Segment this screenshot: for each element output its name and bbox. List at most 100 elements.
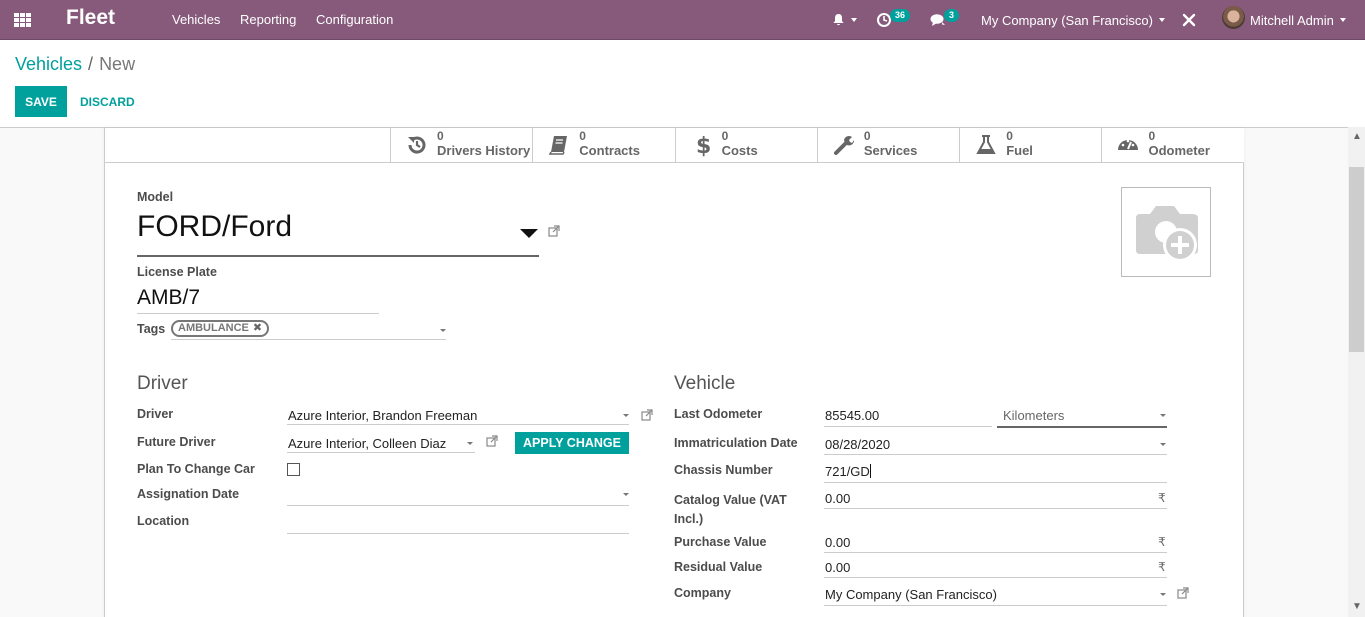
company-switcher[interactable]: My Company (San Francisco) [981,0,1165,40]
breadcrumb: Vehicles / New [15,54,135,75]
scrollbar-thumb[interactable] [1349,167,1364,352]
activities-button[interactable] [876,0,892,40]
tag-ambulance: AMBULANCE ✖ [171,320,270,337]
odometer-count: 0 [1148,129,1156,143]
scroll-down-arrow-icon[interactable]: ▼ [1352,601,1362,612]
model-input[interactable]: FORD/Ford [137,210,292,244]
menu-reporting[interactable]: Reporting [240,12,296,27]
tachometer-icon [1118,139,1139,150]
immatriculation-date-caret-icon[interactable] [1160,443,1166,446]
services-button[interactable]: 0 Services [816,128,960,162]
immatriculation-date-input[interactable]: 08/28/2020 [825,437,890,452]
last-odometer-input[interactable]: 85545.00 [825,408,879,423]
scroll-up-arrow-icon[interactable]: ▲ [1352,131,1362,142]
location-label: Location [137,514,190,528]
chevron-down-icon [851,18,857,22]
breadcrumb-vehicles[interactable]: Vehicles [15,54,82,74]
tags-label: Tags [137,322,166,336]
fuel-count: 0 [1006,129,1013,143]
bell-icon [833,14,844,26]
license-plate-underline [137,313,379,314]
user-menu[interactable]: Mitchell Admin [1250,0,1346,40]
save-button[interactable]: SAVE [15,86,67,117]
assignation-date-caret-icon[interactable] [623,493,629,496]
driver-dropdown-caret-icon[interactable] [623,414,629,417]
vehicle-image-upload[interactable] [1121,187,1211,277]
catalog-value-input[interactable]: 0.00 [825,491,850,506]
debug-tools-button[interactable] [1182,0,1196,40]
immatriculation-date-label: Immatriculation Date [674,436,798,450]
contracts-button[interactable]: 0 Contracts [532,128,675,162]
driver-input[interactable]: Azure Interior, Brandon Freeman [288,408,477,423]
apply-change-button[interactable]: APPLY CHANGE [515,432,629,454]
user-name: Mitchell Admin [1250,12,1334,28]
chassis-number-underline [824,482,1167,483]
drivers-history-count: 0 [437,129,444,143]
chassis-number-label: Chassis Number [674,463,773,477]
menu-vehicles[interactable]: Vehicles [172,12,220,27]
discard-button[interactable]: DISCARD [72,86,143,117]
future-driver-dropdown-caret-icon[interactable] [467,442,473,445]
book-icon [549,136,568,155]
drivers-history-label: Drivers History [437,143,531,158]
residual-currency-symbol: ₹ [1158,560,1166,574]
apps-menu-icon[interactable] [14,10,34,30]
notifications-button[interactable] [832,0,857,40]
company-label: Company [674,586,731,600]
future-driver-external-link-icon[interactable] [486,435,498,447]
license-plate-label: License Plate [137,265,217,279]
catalog-value-label: Catalog Value (VAT Incl.) [674,493,787,526]
tag-label: AMBULANCE [178,322,249,334]
tags-dropdown-caret-icon[interactable] [440,329,446,332]
catalog-value-underline [824,508,1167,509]
user-avatar[interactable] [1222,6,1245,29]
menu-configuration[interactable]: Configuration [316,12,393,27]
plan-change-checkbox[interactable] [287,463,300,476]
app-name: Fleet [66,6,116,29]
company-dropdown-caret-icon[interactable] [1160,593,1166,596]
vehicle-section-title: Vehicle [674,373,736,394]
fuel-button[interactable]: 0 Fuel [959,128,1102,162]
company-external-link-icon[interactable] [1177,587,1189,599]
drivers-history-button[interactable]: 0 Drivers History [390,128,533,162]
future-driver-input[interactable]: Azure Interior, Colleen Diaz [288,436,446,451]
text-cursor [869,464,871,478]
purchase-value-underline [824,552,1167,553]
camera-add-icon [1136,206,1198,262]
wrench-icon [833,136,854,155]
costs-count: 0 [721,129,729,143]
odometer-unit-caret-icon[interactable] [1160,414,1166,417]
purchase-value-input[interactable]: 0.00 [825,535,850,550]
contracts-count: 0 [579,129,586,143]
chassis-number-value: 721/GD [825,464,870,479]
messages-count-badge: 3 [944,9,960,22]
residual-value-input[interactable]: 0.00 [825,560,850,575]
tags-underline [171,339,446,340]
residual-value-label: Residual Value [674,560,763,574]
last-odometer-underline [824,426,992,427]
model-dropdown-caret-icon[interactable] [520,229,538,238]
vertical-scrollbar[interactable]: ▲ ▼ [1348,127,1365,617]
driver-label: Driver [137,407,174,421]
form-sheet: 0 Drivers History 0 Contracts $ 0 Costs … [104,128,1244,617]
driver-external-link-icon[interactable] [641,409,653,421]
license-plate-input[interactable]: AMB/7 [137,286,200,310]
company-input[interactable]: My Company (San Francisco) [825,587,997,602]
odometer-button[interactable]: 0 Odometer [1101,128,1244,162]
flask-icon [976,135,996,154]
remove-tag-icon[interactable]: ✖ [253,322,262,335]
odometer-unit-underline [997,426,1167,428]
future-driver-underline [287,452,475,453]
odometer-unit-select[interactable]: Kilometers [1003,408,1064,423]
immatriculation-date-underline [824,454,1167,455]
costs-button[interactable]: $ 0 Costs [674,128,817,162]
messages-button[interactable] [930,0,947,40]
activities-count-badge: 36 [890,9,911,22]
tools-icon [1182,13,1196,27]
fuel-label: Fuel [1006,143,1033,158]
model-underline [137,255,539,257]
driver-underline [287,424,629,425]
chassis-number-input[interactable]: 721/GD [825,464,871,479]
purchase-value-label: Purchase Value [674,535,767,549]
external-link-icon[interactable] [548,225,560,237]
